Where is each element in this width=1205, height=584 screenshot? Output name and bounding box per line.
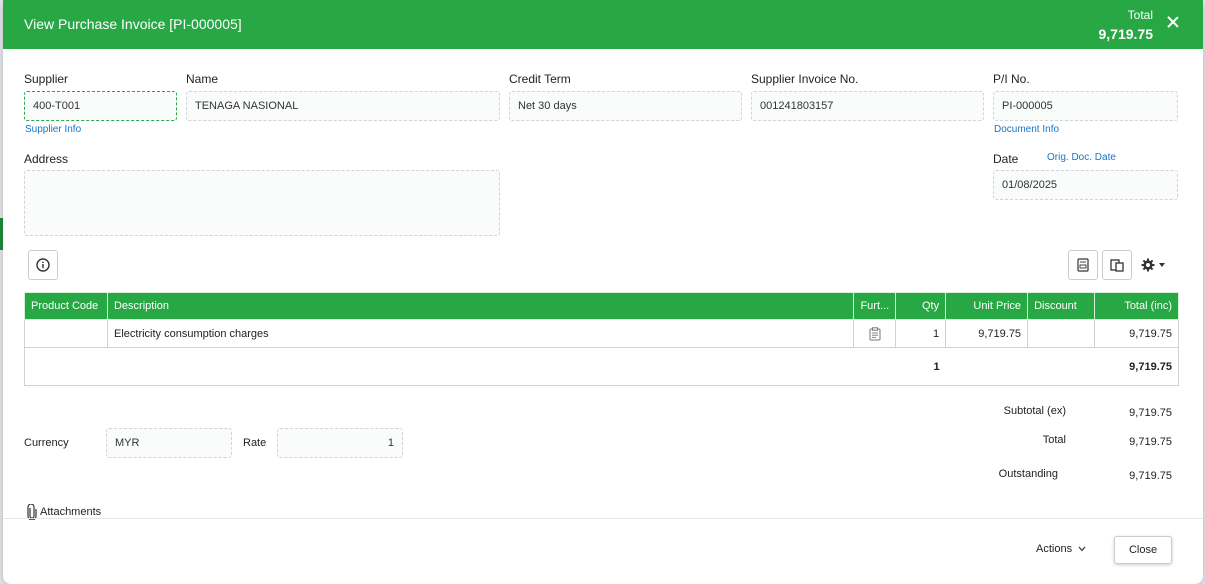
col-total-inc[interactable]: Total (inc) [1094, 292, 1179, 320]
header-total-label: Total [1127, 8, 1153, 22]
name-label: Name [186, 72, 219, 86]
total-label: Total [1042, 434, 1066, 446]
cell-description: Electricity consumption charges [106, 319, 855, 348]
address-field[interactable] [24, 170, 500, 236]
actions-label: Actions [1036, 543, 1073, 555]
attachments-label: Attachments [40, 506, 102, 518]
pi-no-label: P/I No. [993, 72, 1030, 86]
chevron-down-icon [1078, 546, 1086, 552]
supplier-info-link[interactable]: Supplier Info [25, 124, 81, 135]
actions-dropdown[interactable]: Actions [1036, 543, 1086, 555]
caret-down-icon [1159, 263, 1165, 267]
invoice-items-table: Product Code Description Furt... Qty Uni… [24, 292, 1179, 386]
document-export-icon [1077, 258, 1089, 272]
rate-field[interactable]: 1 [277, 428, 403, 458]
modal-footer [3, 518, 1203, 584]
header-total-value: 9,719.75 [1098, 26, 1154, 42]
subtotal-label: Subtotal (ex) [1003, 405, 1066, 417]
close-icon[interactable] [1165, 14, 1181, 30]
export-button[interactable] [1068, 250, 1098, 280]
cell-unit-price: 9,719.75 [945, 319, 1029, 348]
cell-qty: 1 [895, 319, 947, 348]
outstanding-label: Outstanding [998, 468, 1058, 480]
supplier-field[interactable]: 400-T001 [24, 91, 177, 121]
currency-field[interactable]: MYR [106, 428, 232, 458]
date-label: Date [993, 152, 1019, 166]
col-description[interactable]: Description [106, 292, 855, 320]
credit-term-field[interactable]: Net 30 days [509, 91, 742, 121]
col-product-code[interactable]: Product Code [24, 292, 108, 320]
document-info-link[interactable]: Document Info [994, 124, 1059, 135]
col-unit-price[interactable]: Unit Price [945, 292, 1029, 320]
copy-button[interactable] [1102, 250, 1132, 280]
settings-dropdown[interactable] [1141, 255, 1175, 275]
purchase-invoice-modal: View Purchase Invoice [PI-000005] Total … [3, 0, 1203, 584]
address-label: Address [24, 152, 69, 166]
copy-icon [1110, 259, 1124, 272]
supplier-invoice-no-field[interactable]: 001241803157 [751, 91, 984, 121]
info-button[interactable] [28, 250, 58, 280]
cell-total: 9,719.75 [1094, 319, 1179, 348]
cell-discount [1027, 319, 1096, 348]
date-field[interactable]: 01/08/2025 [993, 170, 1178, 200]
col-further[interactable]: Furt... [853, 292, 897, 320]
currency-label: Currency [24, 437, 69, 449]
clipboard-icon[interactable] [869, 326, 881, 341]
summary-qty: 1 [895, 347, 946, 386]
info-icon [36, 258, 50, 272]
gear-icon [1141, 258, 1155, 272]
credit-term-label: Credit Term [509, 72, 571, 86]
rate-label: Rate [243, 437, 267, 449]
table-header-row: Product Code Description Furt... Qty Uni… [24, 292, 1179, 320]
cell-product-code [24, 319, 108, 348]
orig-doc-date-link[interactable]: Orig. Doc. Date [1047, 152, 1116, 163]
outstanding-value: 9,719.75 [1129, 470, 1172, 482]
name-field[interactable]: TENAGA NASIONAL [186, 91, 500, 121]
pi-no-field[interactable]: PI-000005 [993, 91, 1178, 121]
cell-further[interactable] [853, 319, 897, 348]
table-row[interactable]: Electricity consumption charges 1 9,719.… [24, 319, 1179, 348]
supplier-invoice-no-label: Supplier Invoice No. [751, 72, 859, 86]
summary-total: 9,719.75 [1094, 347, 1179, 386]
total-value: 9,719.75 [1129, 436, 1172, 448]
close-button[interactable]: Close [1114, 536, 1172, 564]
modal-title: View Purchase Invoice [PI-000005] [24, 16, 242, 32]
supplier-label: Supplier [24, 72, 69, 86]
modal-header: View Purchase Invoice [PI-000005] Total … [3, 0, 1203, 49]
subtotal-value: 9,719.75 [1129, 407, 1172, 419]
col-qty[interactable]: Qty [895, 292, 947, 320]
table-summary-row: 1 9,719.75 [24, 347, 1179, 386]
col-discount[interactable]: Discount [1027, 292, 1096, 320]
